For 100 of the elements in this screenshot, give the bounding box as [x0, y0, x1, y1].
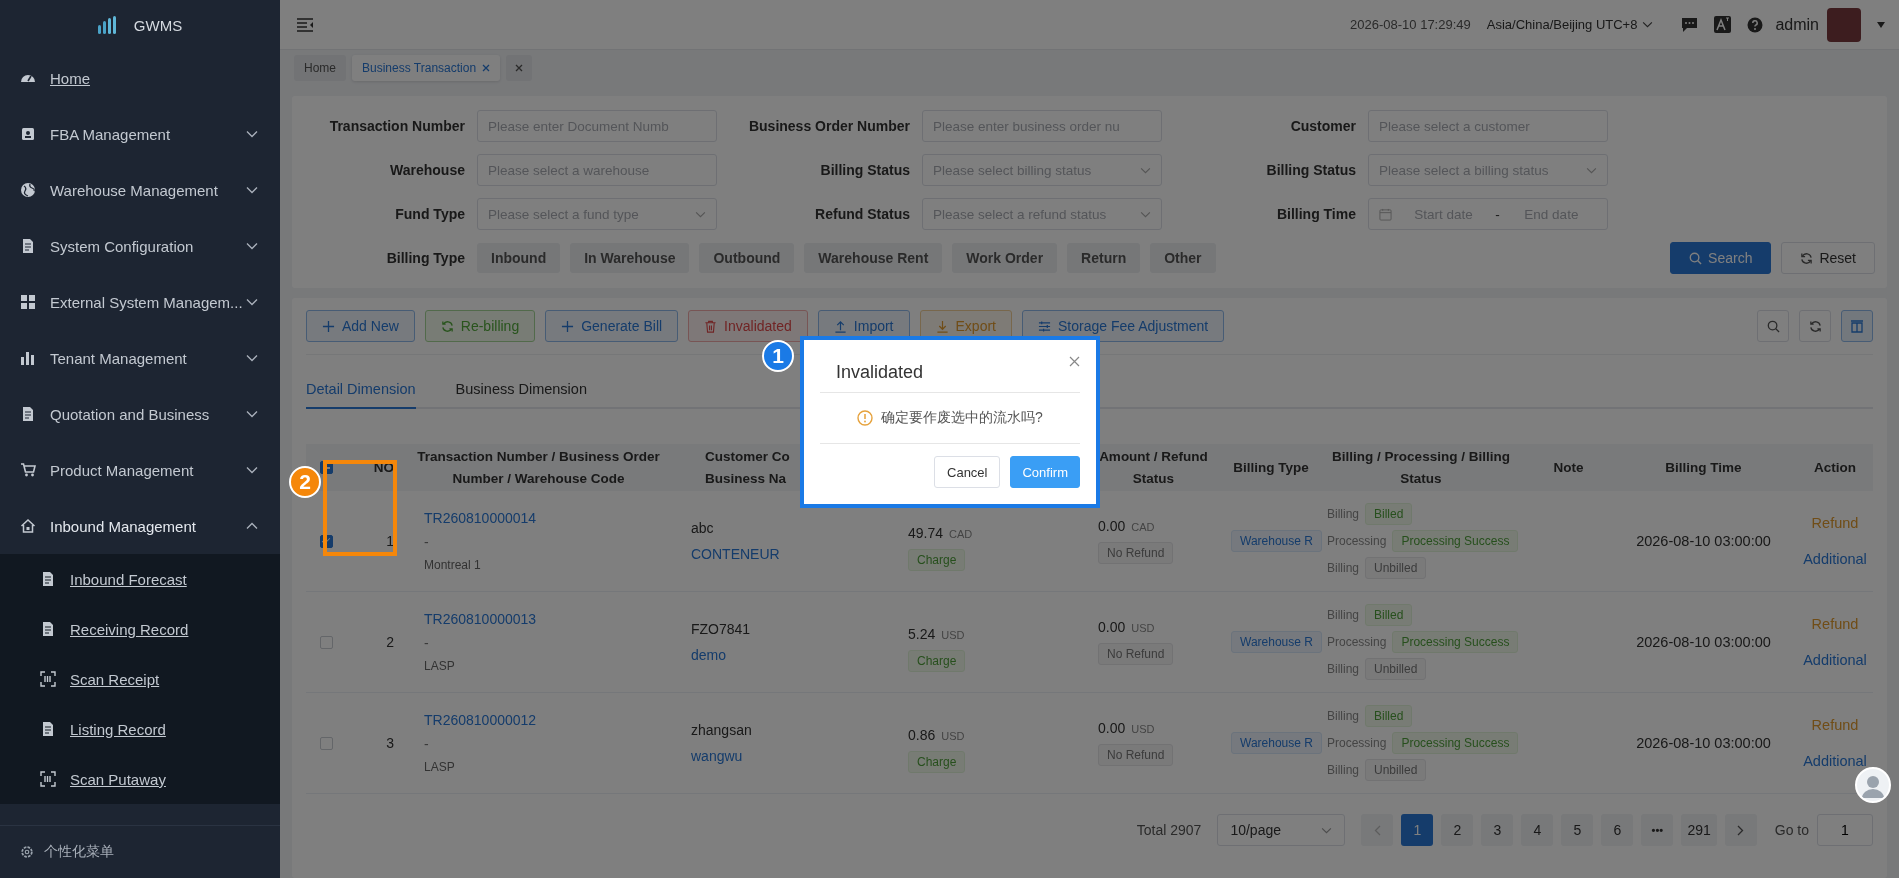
caret-icon[interactable]	[1877, 21, 1885, 28]
close-icon	[515, 64, 524, 72]
filter-chip[interactable]: Warehouse Rent	[804, 243, 943, 273]
toolbar-button[interactable]: Storage Fee Adjustment	[1022, 310, 1225, 342]
column-header: Transaction Number / Business Order Number / Warehouse Code	[416, 447, 661, 488]
page-tab[interactable]: Business Transaction	[352, 55, 501, 81]
field-label: Billing Type	[385, 250, 465, 266]
menu-item[interactable]: Inbound Management	[0, 498, 280, 554]
filter-chip[interactable]: Outbound	[699, 243, 795, 273]
order-number: -	[424, 635, 430, 651]
status-tag: Unbilled	[1365, 759, 1427, 781]
chat-icon[interactable]	[1681, 16, 1699, 33]
plus-icon	[322, 319, 335, 333]
toolbar-button[interactable]: Invalidated	[688, 310, 808, 342]
app-logo-text: GWMS	[133, 16, 183, 34]
page-size-select[interactable]: 10/page	[1217, 814, 1346, 846]
avatar-photo-placeholder[interactable]	[1827, 7, 1861, 42]
currency-unit: USD	[1131, 723, 1155, 735]
reset-button[interactable]: Reset	[1781, 242, 1875, 274]
chevron-down-icon	[246, 298, 258, 306]
page-button[interactable]: 1	[1401, 814, 1434, 846]
status-tag: Billed	[1365, 503, 1413, 525]
transaction-number-link[interactable]: TR260810000012	[424, 712, 681, 728]
business-name-link[interactable]: CONTENEUR	[691, 546, 891, 562]
submenu-item[interactable]: Inbound Forecast	[0, 554, 280, 604]
document-icon	[40, 571, 56, 587]
toolbar-button[interactable]: Re-billing	[424, 310, 536, 342]
action-link[interactable]: Refund	[1811, 717, 1859, 733]
menu-item[interactable]: External System Managem...	[0, 274, 280, 330]
page-button[interactable]: 4	[1521, 814, 1554, 846]
filter-chip[interactable]: In Warehouse	[570, 243, 690, 273]
menu-item[interactable]: Quotation and Business	[0, 386, 280, 442]
submenu-item[interactable]: Receiving Record	[0, 604, 280, 654]
page-button[interactable]: 5	[1561, 814, 1594, 846]
search-button[interactable]	[1757, 310, 1789, 342]
user-name[interactable]: admin	[1775, 15, 1819, 34]
order-number: -	[424, 736, 430, 752]
action-link[interactable]: Additional	[1803, 652, 1867, 668]
business-name-link[interactable]: demo	[691, 647, 891, 663]
toolbar-button[interactable]: Generate Bill	[545, 310, 679, 342]
globe-icon	[20, 182, 36, 198]
help-icon[interactable]	[1747, 16, 1764, 33]
chevron-icon	[695, 211, 706, 218]
field-label: Customer	[1289, 118, 1356, 134]
amount-value: 0.86	[908, 727, 936, 743]
chevron-down-icon	[246, 242, 258, 250]
page-number-field[interactable]: 1	[1817, 814, 1873, 846]
menu-item[interactable]: System Configuration	[0, 218, 280, 274]
action-link[interactable]: Refund	[1811, 515, 1859, 531]
menu-item[interactable]: Product Management	[0, 442, 280, 498]
refund-amount: 0.00	[1098, 720, 1126, 736]
scan-icon	[40, 671, 56, 687]
chevron-down-icon	[246, 186, 258, 194]
menu-item[interactable]: Home	[0, 50, 280, 106]
page-button[interactable]: 291	[1681, 814, 1717, 846]
billing-time: 2026-08-10 03:00:00	[1636, 634, 1771, 650]
page-button[interactable]: 6	[1601, 814, 1634, 846]
chevron-up-icon	[246, 522, 258, 530]
row-checkbox[interactable]	[319, 635, 333, 649]
menu-icon[interactable]	[296, 16, 314, 33]
column-settings-button[interactable]	[1841, 310, 1873, 342]
filter-chip[interactable]: Inbound	[477, 243, 561, 273]
confirm-button[interactable]: Confirm	[1010, 456, 1080, 488]
filter-chip[interactable]: Work Order	[952, 243, 1058, 273]
timezone-dropdown[interactable]: Asia/China/Beijing UTC+8	[1486, 17, 1654, 32]
view-tab[interactable]: Detail Dimension	[306, 381, 416, 409]
page-button[interactable]: 3	[1481, 814, 1514, 846]
document-icon	[20, 238, 36, 254]
translate-icon[interactable]	[1714, 16, 1732, 33]
menu-item[interactable]: FBA Management	[0, 106, 280, 162]
transaction-number-link[interactable]: TR260810000014	[424, 510, 681, 526]
cancel-button[interactable]: Cancel	[934, 456, 1001, 488]
view-tab[interactable]: Business Dimension	[455, 381, 587, 409]
submenu-item[interactable]: Scan Putaway	[0, 754, 280, 804]
close-icon[interactable]	[482, 64, 491, 72]
toolbar-button[interactable]: Add New	[306, 310, 415, 342]
currency-unit: USD	[1131, 622, 1155, 634]
filter-chip[interactable]: Other	[1150, 243, 1216, 273]
close-all-tabs-button[interactable]	[506, 55, 533, 81]
next-page-button[interactable]	[1724, 814, 1757, 846]
page-button[interactable]: 2	[1441, 814, 1474, 846]
submenu-item[interactable]: Listing Record	[0, 704, 280, 754]
search-button[interactable]: Search	[1670, 242, 1772, 274]
search-icon	[1689, 251, 1703, 265]
action-link[interactable]: Additional	[1803, 753, 1867, 769]
more-pages-button[interactable]: •••	[1641, 814, 1674, 846]
refresh-button[interactable]	[1799, 310, 1831, 342]
row-checkbox[interactable]	[319, 736, 333, 750]
transaction-number-link[interactable]: TR260810000013	[424, 611, 681, 627]
close-icon[interactable]	[1069, 356, 1080, 367]
menu-item[interactable]: Warehouse Management	[0, 162, 280, 218]
filter-chip[interactable]: Return	[1067, 243, 1141, 273]
menu-item[interactable]: Tenant Management	[0, 330, 280, 386]
action-link[interactable]: Refund	[1811, 616, 1859, 632]
page-tab[interactable]: Home	[294, 55, 346, 81]
range-separator: -	[1495, 206, 1500, 222]
action-link[interactable]: Additional	[1803, 551, 1867, 567]
business-name-link[interactable]: wangwu	[691, 748, 891, 764]
refresh-icon	[1808, 319, 1822, 333]
submenu-item[interactable]: Scan Receipt	[0, 654, 280, 704]
